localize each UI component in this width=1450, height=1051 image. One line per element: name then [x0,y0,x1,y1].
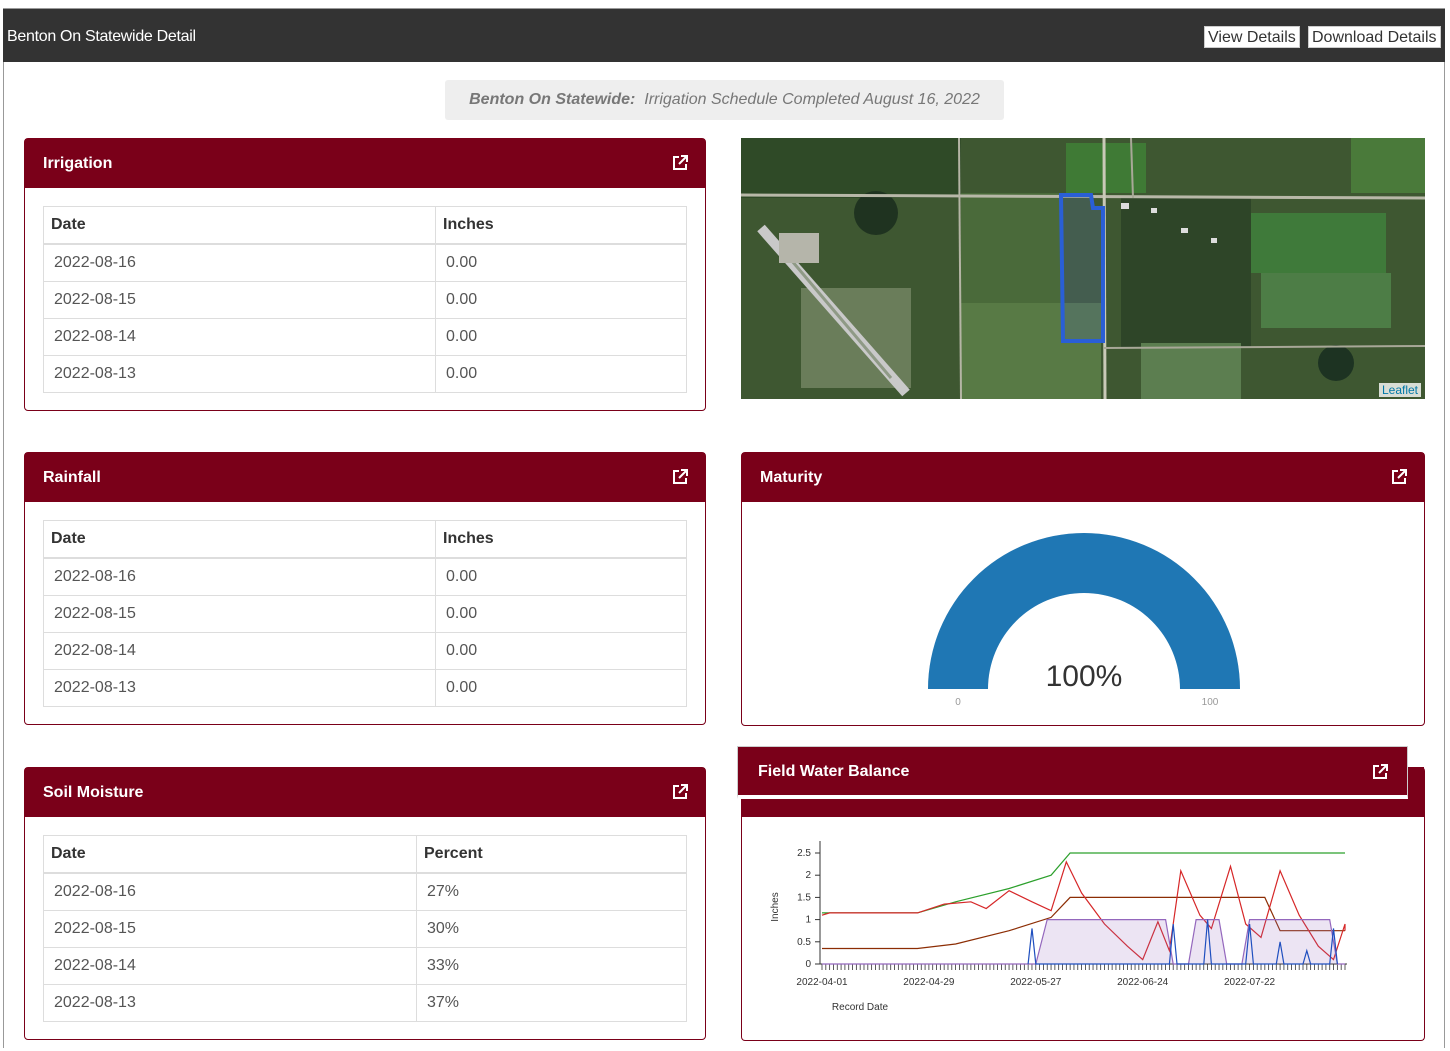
status-banner: Benton On Statewide: Irrigation Schedule… [445,80,1004,120]
table-row: 2022-08-15 0.00 [43,281,687,319]
x-tick-label: 2022-05-27 [1010,977,1062,988]
cell-percent: 27% [416,872,687,911]
x-tick-label: 2022-07-22 [1224,977,1276,988]
table-row: 2022-08-15 0.00 [43,595,687,633]
view-details-button[interactable]: View Details [1204,26,1300,48]
y-tick-label: 2.5 [797,848,811,859]
download-details-button[interactable]: Download Details [1308,26,1441,48]
table-row: 2022-08-16 0.00 [43,557,687,596]
field-water-balance-panel: 2.5 2 1.5 1 0.5 0 2022-04-01 2022-04-29 2022-05… [741,767,1425,1041]
external-link-icon[interactable] [671,154,689,172]
irrigation-table: Date Inches 2022-08-16 0.00 2022-08-15 0.0… [43,206,687,393]
cell-inches: 0.00 [435,355,687,393]
cell-date: 2022-08-16 [43,243,436,282]
maturity-gauge: 100% 0 100 [928,533,1240,708]
table-row: 2022-08-13 0.00 [43,669,687,707]
x-tick-label: 2022-04-01 [796,977,848,988]
y-tick-label: 1.5 [797,892,811,903]
rainfall-panel-header: Rainfall [25,453,705,502]
chart-series [821,852,1346,965]
column-header-inches: Inches [435,520,687,559]
gauge-min-label: 0 [955,697,961,708]
table-row: 2022-08-13 0.00 [43,355,687,393]
irrigation-panel-title: Irrigation [43,155,113,172]
table-row: 2022-08-14 33% [43,947,687,985]
cell-inches: 0.00 [435,281,687,319]
satellite-imagery [741,138,1425,399]
field-map[interactable]: Leaflet [741,138,1425,399]
cell-date: 2022-08-15 [43,595,436,633]
soil-moisture-panel-header: Soil Moisture [25,768,705,817]
column-header-percent: Percent [416,835,687,874]
maturity-panel: Maturity 100% 0 100 [741,452,1425,726]
irrigation-panel: Irrigation Date Inches 2022-08-16 0.00 20… [24,138,706,411]
table-row: 2022-08-15 30% [43,910,687,948]
cell-percent: 37% [416,984,687,1022]
irrigation-panel-header: Irrigation [25,139,705,188]
cell-date: 2022-08-16 [43,872,417,911]
series-line [822,852,1345,914]
gauge-value-label: 100% [1046,660,1123,693]
cell-inches: 0.00 [435,243,687,282]
soil-moisture-panel-title: Soil Moisture [43,784,144,801]
cell-date: 2022-08-14 [43,318,436,356]
series-area [822,919,1345,964]
cell-date: 2022-08-16 [43,557,436,596]
cell-date: 2022-08-13 [43,669,436,707]
table-row: 2022-08-16 0.00 [43,243,687,282]
table-row: 2022-08-14 0.00 [43,318,687,356]
y-axis-label: Inches [770,892,781,921]
external-link-icon[interactable] [671,468,689,486]
field-water-balance-title: Field Water Balance [758,763,910,780]
external-link-icon[interactable] [671,783,689,801]
maturity-panel-title: Maturity [760,469,823,486]
y-ticks: 2.5 2 1.5 1 0.5 0 [797,848,820,970]
status-field-name: Benton On Statewide: [469,91,636,108]
cell-inches: 0.00 [435,669,687,707]
column-header-date: Date [43,835,417,874]
table-row: 2022-08-13 37% [43,984,687,1022]
cell-date: 2022-08-15 [43,910,417,948]
x-ticks: 2022-04-01 2022-04-29 2022-05-27 2022-06-24… [796,964,1346,988]
gauge-max-label: 100 [1202,697,1219,708]
x-tick-label: 2022-04-29 [903,977,955,988]
cell-date: 2022-08-13 [43,984,417,1022]
cell-percent: 30% [416,910,687,948]
column-header-date: Date [43,520,436,559]
field-water-balance-header: Field Water Balance [737,746,1408,799]
y-tick-label: 0.5 [797,937,811,948]
y-tick-label: 0 [805,959,811,970]
cell-inches: 0.00 [435,632,687,670]
y-tick-label: 1 [805,915,811,926]
cell-date: 2022-08-13 [43,355,436,393]
cell-date: 2022-08-14 [43,947,417,985]
x-tick-label: 2022-06-24 [1117,977,1169,988]
rainfall-panel: Rainfall Date Inches 2022-08-16 0.00 2022… [24,452,706,725]
cell-inches: 0.00 [435,318,687,356]
table-row: 2022-08-14 0.00 [43,632,687,670]
table-row: 2022-08-16 27% [43,872,687,911]
y-tick-label: 2 [805,870,811,881]
soil-moisture-panel: Soil Moisture Date Percent 2022-08-16 27%… [24,767,706,1040]
external-link-icon[interactable] [1371,763,1389,781]
cell-date: 2022-08-15 [43,281,436,319]
soil-moisture-table: Date Percent 2022-08-16 27% 2022-08-15 30%… [43,835,687,1022]
top-bar: Benton On Statewide Detail View Details … [3,9,1445,62]
status-message: Irrigation Schedule Completed August 16,… [644,91,980,108]
page-title: Benton On Statewide Detail [7,28,196,45]
cell-inches: 0.00 [435,595,687,633]
cell-date: 2022-08-14 [43,632,436,670]
rainfall-panel-title: Rainfall [43,469,101,486]
leaflet-attribution-link[interactable]: Leaflet [1378,383,1421,397]
cell-percent: 33% [416,947,687,985]
cell-inches: 0.00 [435,557,687,596]
rainfall-table: Date Inches 2022-08-16 0.00 2022-08-15 0.0… [43,520,687,707]
column-header-inches: Inches [435,206,687,245]
maturity-panel-header: Maturity [742,453,1424,502]
x-axis-label: Record Date [832,1002,889,1013]
external-link-icon[interactable] [1390,468,1408,486]
column-header-date: Date [43,206,436,245]
water-balance-chart: 2.5 2 1.5 1 0.5 0 2022-04-01 2022-04-29 2022-05… [770,841,1347,1013]
